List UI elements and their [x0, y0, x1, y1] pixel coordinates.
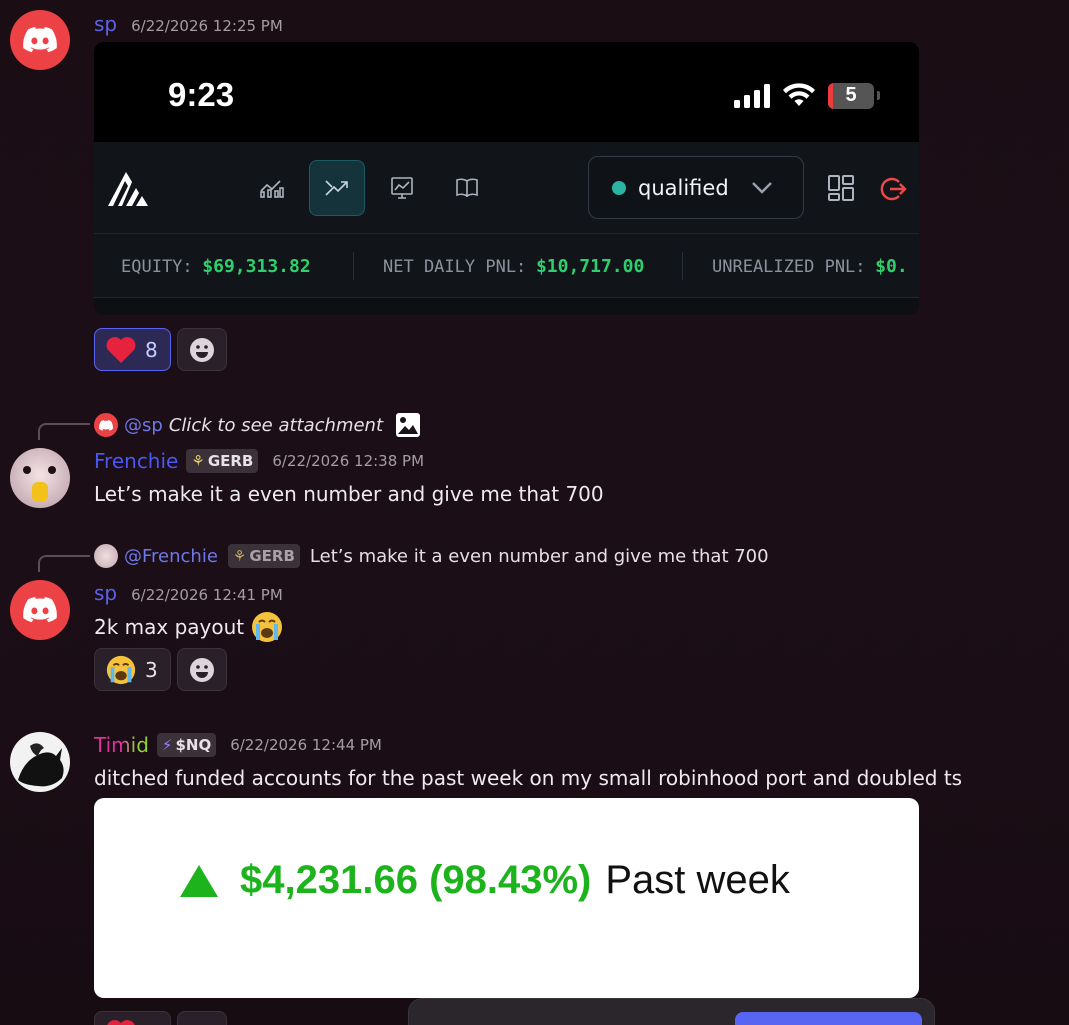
reaction-count: 8: [145, 337, 158, 362]
avatar[interactable]: [10, 448, 70, 508]
battery-level: 5: [845, 84, 857, 106]
avatar[interactable]: [10, 10, 70, 70]
signal-icon: [734, 84, 770, 108]
status-dot: [612, 180, 626, 195]
reply-text: Let’s make it a even number and give me …: [309, 545, 769, 567]
phone-status-bar: 9:23 5: [94, 42, 919, 142]
image-attachment[interactable]: 9:23 5 qualified EQUITY: $69,313.82 NET …: [94, 42, 919, 315]
primary-button[interactable]: [735, 1012, 922, 1025]
logout-icon[interactable]: [879, 175, 907, 207]
battery-icon: 5: [828, 83, 874, 109]
reply-text: Click to see attachment: [168, 414, 384, 436]
gain-value: $4,231.66 (98.43%): [240, 858, 592, 902]
reply-avatar: [94, 544, 118, 568]
book-nav-icon[interactable]: [439, 160, 495, 216]
author-name[interactable]: sp: [94, 581, 117, 605]
discord-logo-icon: [23, 597, 57, 623]
add-reaction-button[interactable]: [177, 1011, 227, 1025]
timestamp: 6/22/2026 12:41 PM: [131, 586, 283, 604]
author-name[interactable]: Frenchie: [94, 449, 178, 473]
image-icon: [396, 413, 421, 437]
grid-icon[interactable]: [827, 174, 855, 206]
brand-logo-icon: [108, 172, 148, 206]
add-reaction-button[interactable]: [177, 648, 227, 691]
account-select[interactable]: qualified: [588, 156, 804, 219]
crying-face-icon: [106, 655, 136, 684]
heart-icon: [107, 1019, 135, 1025]
reply-mention[interactable]: @sp: [124, 415, 163, 436]
message-text: Let’s make it a even number and give me …: [94, 482, 604, 506]
image-attachment[interactable]: $4,231.66 (98.43%) Past week: [94, 798, 919, 998]
role-badge[interactable]: ⚘ GERB: [186, 449, 259, 473]
timestamp: 6/22/2026 12:38 PM: [272, 452, 425, 470]
reply-preview[interactable]: @sp Click to see attachment: [94, 412, 421, 438]
reply-preview[interactable]: @Frenchie ⚘ GERB Let’s make it a even num…: [94, 544, 769, 568]
author-name[interactable]: sp: [94, 12, 117, 36]
crying-face-icon: [252, 612, 283, 642]
add-reaction-button[interactable]: [177, 328, 227, 371]
smiley-icon: [190, 337, 214, 362]
smiley-icon: [190, 657, 214, 682]
up-arrow-icon: [180, 864, 218, 897]
unrealized-pnl-stat: UNREALIZED PNL: $0.: [712, 256, 908, 277]
trending-nav-icon[interactable]: [309, 160, 365, 216]
avatar[interactable]: [10, 732, 70, 792]
equity-stat: EQUITY: $69,313.82: [121, 256, 311, 277]
reaction-count: 3: [145, 657, 158, 682]
reaction-heart[interactable]: [94, 1011, 171, 1025]
popup-panel: [408, 998, 935, 1025]
message-text: 2k max payout: [94, 615, 245, 639]
role-badge[interactable]: ⚡ $NQ: [156, 733, 217, 757]
discord-logo-icon: [23, 27, 57, 53]
gain-period: Past week: [605, 858, 790, 902]
status-time: 9:23: [168, 76, 235, 113]
reply-avatar: [94, 413, 118, 437]
heart-icon: [106, 336, 136, 363]
chevron-down-icon: [751, 181, 772, 194]
message-text: ditched funded accounts for the past wee…: [94, 766, 963, 790]
account-stats-bar: EQUITY: $69,313.82 NET DAILY PNL: $10,71…: [94, 234, 919, 298]
wifi-icon: [783, 83, 815, 106]
reaction-crying[interactable]: 3: [94, 648, 171, 691]
account-select-value: qualified: [638, 175, 729, 200]
author-name[interactable]: Timid: [94, 733, 149, 757]
reply-role-badge: ⚘ GERB: [227, 544, 300, 568]
timestamp: 6/22/2026 12:25 PM: [131, 17, 283, 35]
trading-nav-bar: qualified: [94, 142, 919, 234]
net-daily-pnl-stat: NET DAILY PNL: $10,717.00: [383, 256, 645, 277]
reaction-heart[interactable]: 8: [94, 328, 171, 371]
presentation-nav-icon[interactable]: [374, 160, 430, 216]
timestamp: 6/22/2026 12:44 PM: [230, 736, 382, 754]
avatar[interactable]: [10, 580, 70, 640]
reply-mention[interactable]: @Frenchie: [124, 546, 218, 567]
chart-nav-icon[interactable]: [244, 160, 300, 216]
